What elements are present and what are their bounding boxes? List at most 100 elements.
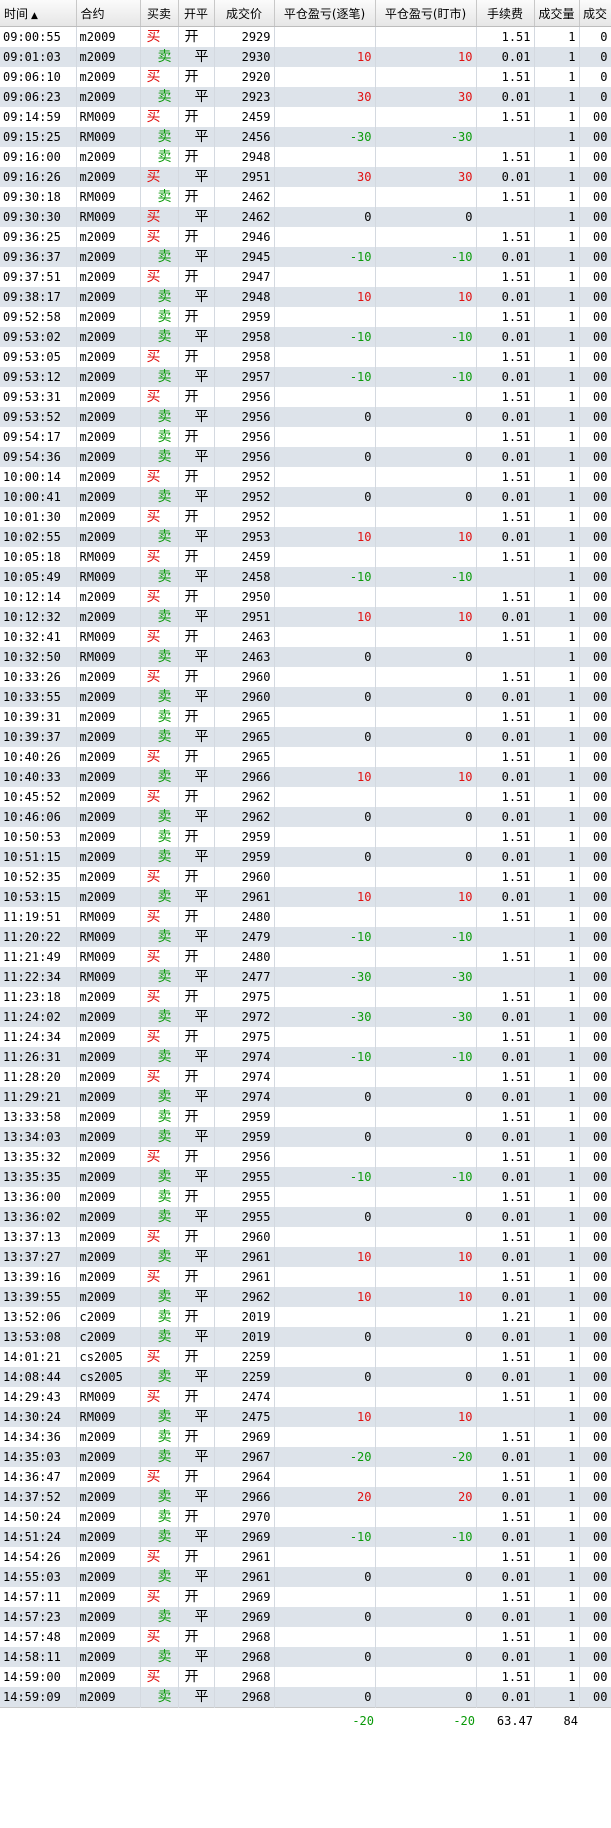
table-row[interactable]: 13:52:06 c2009 卖开 2019 1.21 1 00 bbox=[0, 1307, 611, 1327]
table-row[interactable]: 10:02:55 m2009 卖平 2953 10 10 0.01 1 00 bbox=[0, 527, 611, 547]
table-row[interactable]: 14:08:44 cs2005 卖平 2259 0 0 0.01 1 00 bbox=[0, 1367, 611, 1387]
table-row[interactable]: 10:39:37 m2009 卖平 2965 0 0 0.01 1 00 bbox=[0, 727, 611, 747]
table-row[interactable]: 10:53:15 m2009 卖平 2961 10 10 0.01 1 00 bbox=[0, 887, 611, 907]
table-row[interactable]: 13:33:58 m2009 卖开 2959 1.51 1 00 bbox=[0, 1107, 611, 1127]
table-row[interactable]: 14:57:23 m2009 卖平 2969 0 0 0.01 1 00 bbox=[0, 1607, 611, 1627]
table-row[interactable]: 11:26:31 m2009 卖平 2974 -10 -10 0.01 1 00 bbox=[0, 1047, 611, 1067]
table-row[interactable]: 09:36:37 m2009 卖平 2945 -10 -10 0.01 1 00 bbox=[0, 247, 611, 267]
open-close-cell: 平 bbox=[178, 687, 215, 707]
table-row[interactable]: 10:32:50 RM009 卖平 2463 0 0 1 00 bbox=[0, 647, 611, 667]
table-row[interactable]: 14:59:00 m2009 买开 2968 1.51 1 00 bbox=[0, 1667, 611, 1687]
table-row[interactable]: 09:14:59 RM009 买开 2459 1.51 1 00 bbox=[0, 107, 611, 127]
table-row[interactable]: 10:45:52 m2009 买开 2962 1.51 1 00 bbox=[0, 787, 611, 807]
column-header-contract[interactable]: 合约 bbox=[76, 0, 141, 27]
table-row[interactable]: 13:39:55 m2009 卖平 2962 10 10 0.01 1 00 bbox=[0, 1287, 611, 1307]
table-row[interactable]: 09:53:31 m2009 买开 2956 1.51 1 00 bbox=[0, 387, 611, 407]
table-row[interactable]: 13:35:32 m2009 买开 2956 1.51 1 00 bbox=[0, 1147, 611, 1167]
table-row[interactable]: 14:57:48 m2009 买开 2968 1.51 1 00 bbox=[0, 1627, 611, 1647]
table-row[interactable]: 09:30:18 RM009 卖开 2462 1.51 1 00 bbox=[0, 187, 611, 207]
table-row[interactable]: 11:28:20 m2009 买开 2974 1.51 1 00 bbox=[0, 1067, 611, 1087]
table-row[interactable]: 14:36:47 m2009 买开 2964 1.51 1 00 bbox=[0, 1467, 611, 1487]
table-row[interactable]: 13:35:35 m2009 卖平 2955 -10 -10 0.01 1 00 bbox=[0, 1167, 611, 1187]
table-row[interactable]: 10:12:14 m2009 买开 2950 1.51 1 00 bbox=[0, 587, 611, 607]
table-row[interactable]: 09:06:10 m2009 买开 2920 1.51 1 0 bbox=[0, 67, 611, 87]
column-header-trade-truncated[interactable]: 成交 bbox=[579, 0, 611, 27]
table-row[interactable]: 13:39:16 m2009 买开 2961 1.51 1 00 bbox=[0, 1267, 611, 1287]
table-row[interactable]: 09:15:25 RM009 卖平 2456 -30 -30 1 00 bbox=[0, 127, 611, 147]
table-row[interactable]: 09:06:23 m2009 卖平 2923 30 30 0.01 1 0 bbox=[0, 87, 611, 107]
table-row[interactable]: 09:37:51 m2009 买开 2947 1.51 1 00 bbox=[0, 267, 611, 287]
table-row[interactable]: 10:00:14 m2009 买开 2952 1.51 1 00 bbox=[0, 467, 611, 487]
table-row[interactable]: 09:53:02 m2009 卖平 2958 -10 -10 0.01 1 00 bbox=[0, 327, 611, 347]
table-row[interactable]: 14:50:24 m2009 卖开 2970 1.51 1 00 bbox=[0, 1507, 611, 1527]
table-row[interactable]: 10:39:31 m2009 卖开 2965 1.51 1 00 bbox=[0, 707, 611, 727]
table-row[interactable]: 10:33:26 m2009 买开 2960 1.51 1 00 bbox=[0, 667, 611, 687]
table-row[interactable]: 09:53:05 m2009 买开 2958 1.51 1 00 bbox=[0, 347, 611, 367]
table-row[interactable]: 14:54:26 m2009 买开 2961 1.51 1 00 bbox=[0, 1547, 611, 1567]
table-row[interactable]: 14:58:11 m2009 卖平 2968 0 0 0.01 1 00 bbox=[0, 1647, 611, 1667]
table-row[interactable]: 09:53:52 m2009 卖平 2956 0 0 0.01 1 00 bbox=[0, 407, 611, 427]
table-row[interactable]: 13:37:13 m2009 买开 2960 1.51 1 00 bbox=[0, 1227, 611, 1247]
table-row[interactable]: 10:05:49 RM009 卖平 2458 -10 -10 1 00 bbox=[0, 567, 611, 587]
table-row[interactable]: 14:37:52 m2009 卖平 2966 20 20 0.01 1 00 bbox=[0, 1487, 611, 1507]
table-row[interactable]: 09:38:17 m2009 卖平 2948 10 10 0.01 1 00 bbox=[0, 287, 611, 307]
table-row[interactable]: 14:57:11 m2009 买开 2969 1.51 1 00 bbox=[0, 1587, 611, 1607]
table-row[interactable]: 14:55:03 m2009 卖平 2961 0 0 0.01 1 00 bbox=[0, 1567, 611, 1587]
column-header-side[interactable]: 买卖 bbox=[140, 0, 179, 27]
table-row[interactable]: 13:53:08 c2009 卖平 2019 0 0 0.01 1 00 bbox=[0, 1327, 611, 1347]
table-row[interactable]: 10:33:55 m2009 卖平 2960 0 0 0.01 1 00 bbox=[0, 687, 611, 707]
table-row[interactable]: 09:16:26 m2009 买平 2951 30 30 0.01 1 00 bbox=[0, 167, 611, 187]
table-row[interactable]: 09:54:36 m2009 卖平 2956 0 0 0.01 1 00 bbox=[0, 447, 611, 467]
table-row[interactable]: 13:36:00 m2009 卖开 2955 1.51 1 00 bbox=[0, 1187, 611, 1207]
table-row[interactable]: 09:54:17 m2009 卖开 2956 1.51 1 00 bbox=[0, 427, 611, 447]
table-row[interactable]: 14:51:24 m2009 卖平 2969 -10 -10 0.01 1 00 bbox=[0, 1527, 611, 1547]
pnl-trade-cell: -10 bbox=[274, 1167, 376, 1187]
column-header-time[interactable]: 时间 ▲ bbox=[0, 0, 77, 27]
table-row[interactable]: 13:34:03 m2009 卖平 2959 0 0 0.01 1 00 bbox=[0, 1127, 611, 1147]
table-row[interactable]: 09:00:55 m2009 买开 2929 1.51 1 0 bbox=[0, 26, 611, 47]
table-row[interactable]: 09:52:58 m2009 卖开 2959 1.51 1 00 bbox=[0, 307, 611, 327]
table-row[interactable]: 10:50:53 m2009 卖开 2959 1.51 1 00 bbox=[0, 827, 611, 847]
table-row[interactable]: 11:24:02 m2009 卖平 2972 -30 -30 0.01 1 00 bbox=[0, 1007, 611, 1027]
table-row[interactable]: 11:20:22 RM009 卖平 2479 -10 -10 1 00 bbox=[0, 927, 611, 947]
table-row[interactable]: 14:34:36 m2009 卖开 2969 1.51 1 00 bbox=[0, 1427, 611, 1447]
table-row[interactable]: 14:29:43 RM009 买开 2474 1.51 1 00 bbox=[0, 1387, 611, 1407]
table-row[interactable]: 11:19:51 RM009 买开 2480 1.51 1 00 bbox=[0, 907, 611, 927]
table-row[interactable]: 11:21:49 RM009 买开 2480 1.51 1 00 bbox=[0, 947, 611, 967]
table-row[interactable]: 09:36:25 m2009 买开 2946 1.51 1 00 bbox=[0, 227, 611, 247]
column-header-price[interactable]: 成交价 bbox=[214, 0, 275, 27]
table-row[interactable]: 10:46:06 m2009 卖平 2962 0 0 0.01 1 00 bbox=[0, 807, 611, 827]
table-row[interactable]: 10:32:41 RM009 买开 2463 1.51 1 00 bbox=[0, 627, 611, 647]
table-row[interactable]: 11:22:34 RM009 卖平 2477 -30 -30 1 00 bbox=[0, 967, 611, 987]
open-close-cell: 开 bbox=[178, 1547, 215, 1567]
table-row[interactable]: 11:29:21 m2009 卖平 2974 0 0 0.01 1 00 bbox=[0, 1087, 611, 1107]
table-row[interactable]: 14:01:21 cs2005 买开 2259 1.51 1 00 bbox=[0, 1347, 611, 1367]
table-row[interactable]: 10:40:33 m2009 卖平 2966 10 10 0.01 1 00 bbox=[0, 767, 611, 787]
table-row[interactable]: 10:52:35 m2009 买开 2960 1.51 1 00 bbox=[0, 867, 611, 887]
column-header-pnl-mtm[interactable]: 平仓盈亏(盯市) bbox=[375, 0, 477, 27]
table-row[interactable]: 13:37:27 m2009 卖平 2961 10 10 0.01 1 00 bbox=[0, 1247, 611, 1267]
table-row[interactable]: 14:59:09 m2009 卖平 2968 0 0 0.01 1 00 bbox=[0, 1687, 611, 1708]
table-row[interactable]: 10:51:15 m2009 卖平 2959 0 0 0.01 1 00 bbox=[0, 847, 611, 867]
table-row[interactable]: 14:35:03 m2009 卖平 2967 -20 -20 0.01 1 00 bbox=[0, 1447, 611, 1467]
volume-cell: 1 bbox=[534, 527, 580, 547]
column-header-open-close[interactable]: 开平 bbox=[178, 0, 215, 27]
column-header-volume[interactable]: 成交量 bbox=[534, 0, 580, 27]
table-row[interactable]: 10:12:32 m2009 卖平 2951 10 10 0.01 1 00 bbox=[0, 607, 611, 627]
table-row[interactable]: 09:01:03 m2009 卖平 2930 10 10 0.01 1 0 bbox=[0, 47, 611, 67]
table-row[interactable]: 09:30:30 RM009 买平 2462 0 0 1 00 bbox=[0, 207, 611, 227]
table-body: 09:00:55 m2009 买开 2929 1.51 1 0 09:01:03 m2009 卖平… bbox=[0, 26, 611, 1708]
table-row[interactable]: 10:40:26 m2009 买开 2965 1.51 1 00 bbox=[0, 747, 611, 767]
table-row[interactable]: 11:23:18 m2009 买开 2975 1.51 1 00 bbox=[0, 987, 611, 1007]
table-row[interactable]: 13:36:02 m2009 卖平 2955 0 0 0.01 1 00 bbox=[0, 1207, 611, 1227]
table-row[interactable]: 09:53:12 m2009 卖平 2957 -10 -10 0.01 1 00 bbox=[0, 367, 611, 387]
table-row[interactable]: 14:30:24 RM009 卖平 2475 10 10 1 00 bbox=[0, 1407, 611, 1427]
table-row[interactable]: 10:00:41 m2009 卖平 2952 0 0 0.01 1 00 bbox=[0, 487, 611, 507]
table-row[interactable]: 10:01:30 m2009 买开 2952 1.51 1 00 bbox=[0, 507, 611, 527]
column-header-fee[interactable]: 手续费 bbox=[476, 0, 535, 27]
fee-cell: 1.51 bbox=[476, 867, 535, 887]
column-header-pnl-trade[interactable]: 平仓盈亏(逐笔) bbox=[274, 0, 376, 27]
table-row[interactable]: 09:16:00 m2009 卖开 2948 1.51 1 00 bbox=[0, 147, 611, 167]
table-row[interactable]: 11:24:34 m2009 买开 2975 1.51 1 00 bbox=[0, 1027, 611, 1047]
table-row[interactable]: 10:05:18 RM009 买开 2459 1.51 1 00 bbox=[0, 547, 611, 567]
